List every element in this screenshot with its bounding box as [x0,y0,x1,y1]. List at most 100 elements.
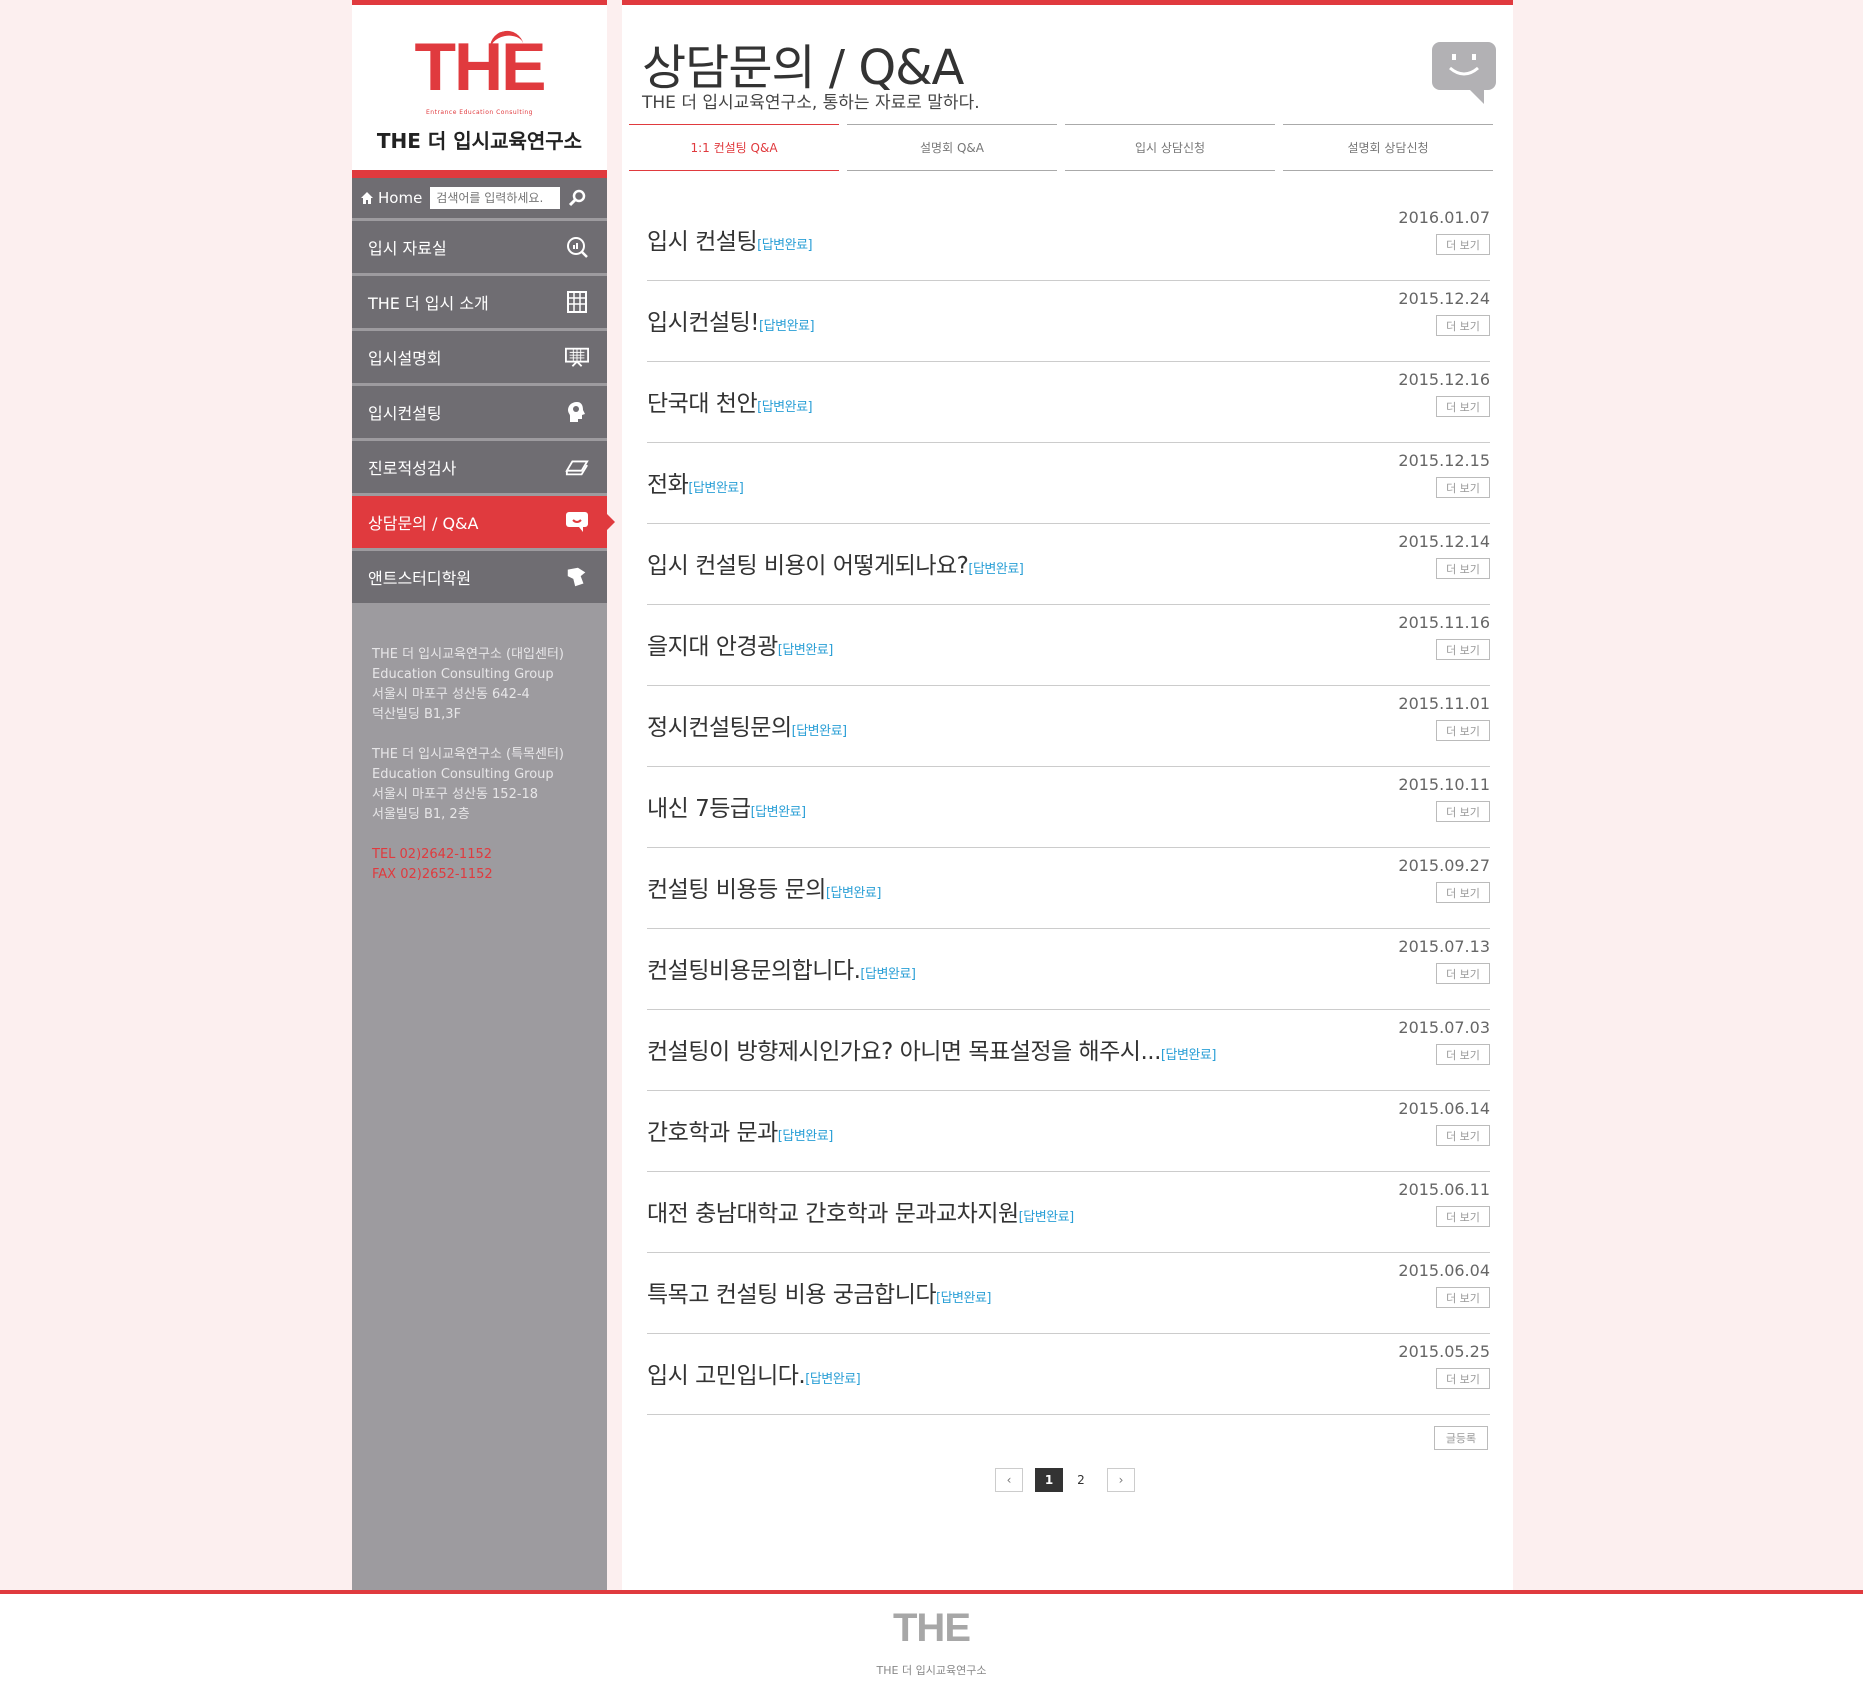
post-date: 2015.12.16 [1398,370,1490,389]
post-date: 2015.06.14 [1398,1099,1490,1118]
post-status: [답변완료] [805,1372,861,1387]
post-title[interactable]: 대전 충남대학교 간호학과 문과교차지원[답변완료] [647,1194,1074,1228]
list-item: 대전 충남대학교 간호학과 문과교차지원[답변완료] 2015.06.11 더 … [647,1172,1490,1253]
write-post-button[interactable]: 글등록 [1434,1426,1488,1450]
address-line: Education Consulting Group [372,667,554,682]
post-date: 2015.12.15 [1398,451,1490,470]
footer-name: THE 더 입시교육연구소 [876,1664,987,1677]
post-title[interactable]: 입시 컨설팅 비용이 어떻게되나요?[답변완료] [647,546,1024,580]
post-title[interactable]: 단국대 천안[답변완료] [647,384,813,418]
post-title[interactable]: 전화[답변완료] [647,465,744,499]
post-title-text: 간호학과 문과 [647,1120,778,1146]
more-button[interactable]: 더 보기 [1436,1287,1490,1308]
more-button[interactable]: 더 보기 [1436,720,1490,741]
search-icon[interactable] [568,189,586,207]
more-button[interactable]: 더 보기 [1436,477,1490,498]
tab-bar: 1:1 컨설팅 Q&A 설명회 Q&A 입시 상담신청 설명회 상담신청 [629,124,1493,171]
list-item: 전화[답변완료] 2015.12.15 더 보기 [647,443,1490,524]
sidebar-item-seminar[interactable]: 입시설명회 [352,331,607,383]
post-title[interactable]: 컨설팅이 방향제시인가요? 아니면 목표설정을 해주시...[답변완료] [647,1032,1216,1066]
post-status: [답변완료] [936,1291,991,1306]
chart-search-icon [565,235,589,259]
more-button[interactable]: 더 보기 [1436,558,1490,579]
more-button[interactable]: 더 보기 [1436,234,1490,255]
list-item: 입시 고민입니다.[답변완료] 2015.05.25 더 보기 [647,1334,1490,1415]
post-title-text: 대전 충남대학교 간호학과 문과교차지원 [647,1201,1019,1227]
more-button[interactable]: 더 보기 [1436,1125,1490,1146]
logo[interactable]: THE Entrance Education Consulting THE 더 … [352,5,607,170]
tab-consulting-qna[interactable]: 1:1 컨설팅 Q&A [629,124,839,171]
eraser-icon [565,455,589,479]
post-title[interactable]: 입시컨설팅![답변완료] [647,303,815,337]
more-button[interactable]: 더 보기 [1436,396,1490,417]
post-date: 2015.11.01 [1398,694,1490,713]
post-title[interactable]: 컨설팅 비용등 문의[답변완료] [647,870,881,904]
content-top-bar [622,0,1513,5]
prev-page-button[interactable]: ‹ [995,1468,1023,1492]
list-item: 특목고 컨설팅 비용 궁금합니다[답변완료] 2015.06.04 더 보기 [647,1253,1490,1334]
post-title[interactable]: 정시컨설팅문의[답변완료] [647,708,847,742]
page-button-1[interactable]: 1 [1035,1468,1063,1492]
list-item: 단국대 천안[답변완료] 2015.12.16 더 보기 [647,362,1490,443]
home-icon [361,192,373,204]
post-status: [답변완료] [757,400,813,415]
more-button[interactable]: 더 보기 [1436,882,1490,903]
post-status: [답변완료] [688,481,744,496]
page-subtitle: THE 더 입시교육연구소, 통하는 자료로 말하다. [642,93,980,113]
sidebar-item-admission-data[interactable]: 입시 자료실 [352,221,607,273]
more-button[interactable]: 더 보기 [1436,1044,1490,1065]
next-page-button[interactable]: › [1107,1468,1135,1492]
sidebar-item-label: 진로적성검사 [368,459,457,478]
more-button[interactable]: 더 보기 [1436,315,1490,336]
post-status: [답변완료] [860,967,916,982]
post-date: 2015.07.13 [1398,937,1490,956]
post-date: 2015.11.16 [1398,613,1490,632]
sidebar-item-aptitude-test[interactable]: 진로적성검사 [352,441,607,493]
more-button[interactable]: 더 보기 [1436,1368,1490,1389]
tab-seminar-counsel[interactable]: 설명회 상담신청 [1283,124,1493,171]
post-title-text: 정시컨설팅문의 [647,715,792,741]
post-date: 2015.12.14 [1398,532,1490,551]
logo-subtext: Entrance Education Consulting [426,109,533,116]
sidebar-item-label: 입시컨설팅 [368,404,442,423]
more-button[interactable]: 더 보기 [1436,963,1490,984]
search-input[interactable] [430,187,561,209]
main-content: 상담문의 / Q&A THE 더 입시교육연구소, 통하는 자료로 말하다. 1… [622,0,1513,1590]
more-button[interactable]: 더 보기 [1436,1206,1490,1227]
post-status: [답변완료] [1160,1048,1216,1063]
tel-number: TEL 02)2642-1152 [372,847,493,862]
more-button[interactable]: 더 보기 [1436,639,1490,660]
home-link[interactable]: Home [360,189,422,207]
post-title[interactable]: 간호학과 문과[답변완료] [647,1113,833,1147]
post-title[interactable]: 컨설팅비용문의합니다.[답변완료] [647,951,916,985]
ant-icon [565,565,589,589]
post-title[interactable]: 입시 고민입니다.[답변완료] [647,1356,861,1390]
post-title[interactable]: 입시 컨설팅[답변완료] [647,222,813,256]
pagination: ‹ 1 2 › [995,1468,1135,1492]
more-button[interactable]: 더 보기 [1436,801,1490,822]
list-item: 을지대 안경광[답변완료] 2015.11.16 더 보기 [647,605,1490,686]
post-list: 입시 컨설팅[답변완료] 2016.01.07 더 보기 입시컨설팅![답변완료… [647,200,1490,1415]
tab-admission-counsel[interactable]: 입시 상담신청 [1065,124,1275,171]
post-title-text: 입시 컨설팅 비용이 어떻게되나요? [647,553,969,579]
post-date: 2015.07.03 [1398,1018,1490,1037]
post-title[interactable]: 내신 7등급[답변완료] [647,789,806,823]
post-date: 2015.06.11 [1398,1180,1490,1199]
page-button-2[interactable]: 2 [1067,1468,1095,1492]
address-line: 서울시 마포구 성산동 152-18 [372,787,539,802]
post-title[interactable]: 특목고 컨설팅 비용 궁금합니다[답변완료] [647,1275,991,1309]
post-date: 2015.10.11 [1398,775,1490,794]
sidebar-item-qna[interactable]: 상담문의 / Q&A [352,496,615,548]
address-line: 서울빌딩 B1, 2층 [372,807,470,822]
post-title-text: 특목고 컨설팅 비용 궁금합니다 [647,1282,937,1308]
sidebar-item-label: THE 더 입시 소개 [368,294,489,313]
list-item: 컨설팅 비용등 문의[답변완료] 2015.09.27 더 보기 [647,848,1490,929]
sidebar-item-consulting[interactable]: 입시컨설팅 [352,386,607,438]
post-status: [답변완료] [1018,1210,1074,1225]
sidebar-item-about[interactable]: THE 더 입시 소개 [352,276,607,328]
post-status: [답변완료] [750,805,806,820]
sidebar-item-academy[interactable]: 앤트스터디학원 [352,551,607,603]
tab-seminar-qna[interactable]: 설명회 Q&A [847,124,1057,171]
post-title[interactable]: 을지대 안경광[답변완료] [647,627,833,661]
address-line: 서울시 마포구 성산동 642-4 [372,687,530,702]
